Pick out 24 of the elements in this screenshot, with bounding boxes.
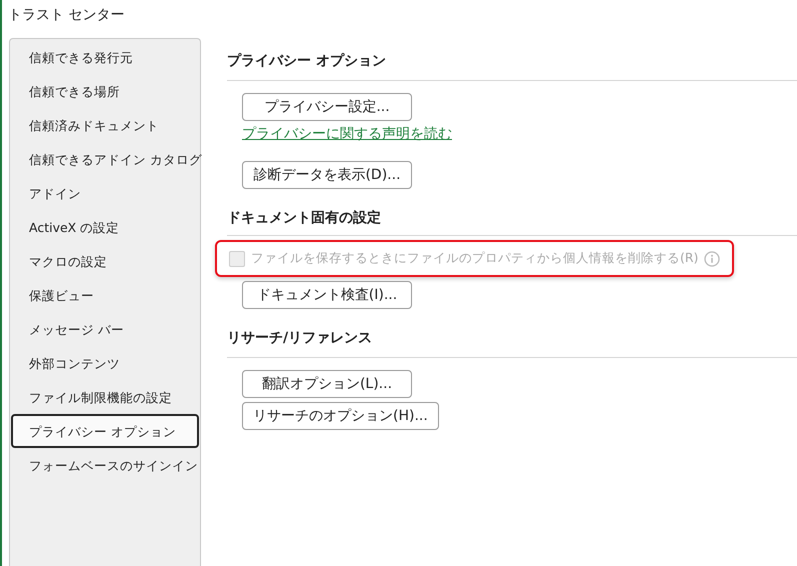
- section-heading: プライバシー オプション: [227, 53, 386, 69]
- sidebar-item[interactable]: 保護ビュー: [11, 278, 199, 312]
- sidebar-item[interactable]: 信頼できる場所: [11, 74, 199, 108]
- option-button[interactable]: ドキュメント検査(I)...: [242, 281, 412, 309]
- sidebar-item[interactable]: プライバシー オプション: [11, 414, 199, 448]
- checkbox-label: ファイルを保存するときにファイルのプロパティから個人情報を削除する(R): [251, 250, 698, 267]
- info-icon: [704, 250, 720, 266]
- sidebar-item[interactable]: メッセージ バー: [11, 312, 199, 346]
- window-title: トラスト センター: [7, 6, 126, 25]
- sidebar-item[interactable]: 外部コンテンツ: [11, 346, 199, 380]
- sidebar-item[interactable]: ファイル制限機能の設定: [11, 380, 199, 414]
- sidebar-item[interactable]: 信頼できる発行元: [11, 40, 199, 74]
- sidebar-item[interactable]: マクロの設定: [11, 244, 199, 278]
- section-heading: ドキュメント固有の設定: [227, 210, 381, 226]
- sidebar-item[interactable]: ActiveX の設定: [11, 210, 199, 244]
- sidebar-item[interactable]: アドイン: [11, 176, 199, 210]
- option-button[interactable]: 翻訳オプション(L)...: [242, 370, 412, 398]
- privacy-link[interactable]: プライバシーに関する声明を読む: [242, 125, 452, 143]
- section-heading: リサーチ/リファレンス: [227, 330, 372, 346]
- sidebar-item[interactable]: フォームベースのサインイン: [11, 448, 199, 482]
- option-button[interactable]: プライバシー設定...: [242, 93, 412, 121]
- option-button[interactable]: リサーチのオプション(H)...: [242, 402, 439, 430]
- sidebar-item[interactable]: 信頼済みドキュメント: [11, 108, 199, 142]
- option-button[interactable]: 診断データを表示(D)...: [242, 161, 412, 189]
